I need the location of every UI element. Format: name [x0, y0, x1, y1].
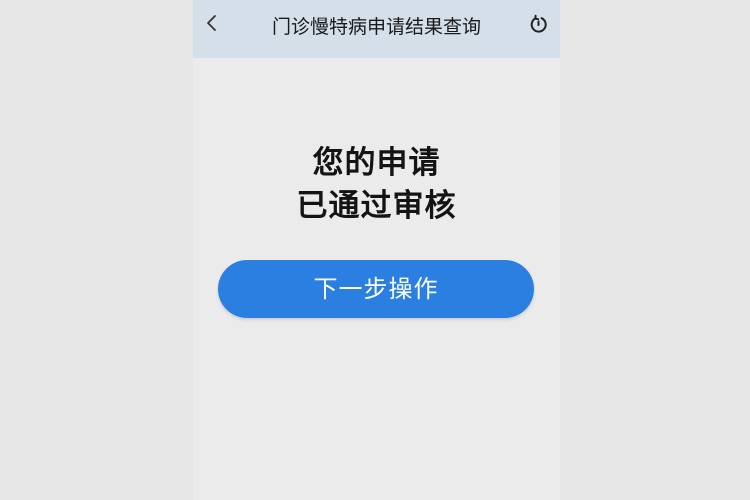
refresh-button[interactable] — [526, 14, 552, 40]
refresh-icon — [528, 14, 550, 40]
result-message-line-1: 您的申请 — [312, 145, 441, 181]
chevron-left-icon — [205, 14, 219, 36]
next-step-button[interactable]: 下一步操作 — [218, 260, 534, 318]
back-button[interactable] — [199, 12, 225, 38]
page-title: 门诊慢特病申请结果查询 — [271, 16, 481, 38]
result-message-line-2: 已通过审核 — [296, 188, 457, 224]
phone-screen: 门诊慢特病申请结果查询 您的申请 已通过审核 下一步操作 — [193, 0, 560, 500]
app-header: 门诊慢特病申请结果查询 — [193, 0, 560, 58]
